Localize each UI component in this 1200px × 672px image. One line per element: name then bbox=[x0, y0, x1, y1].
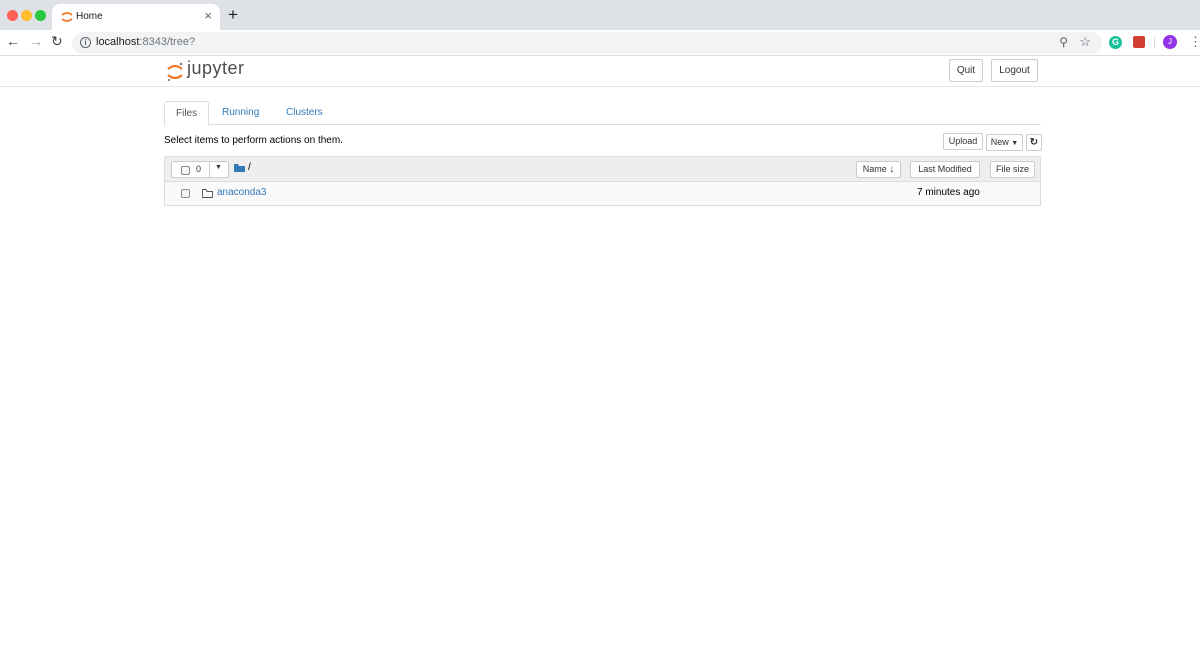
logo-text: jupyter bbox=[187, 58, 245, 78]
info-icon[interactable]: i bbox=[80, 37, 91, 48]
list-item[interactable]: anaconda3 7 minutes ago bbox=[164, 182, 1041, 206]
item-name-link[interactable]: anaconda3 bbox=[217, 187, 267, 198]
kebab-menu-icon[interactable]: ⋮ bbox=[1189, 34, 1200, 50]
folder-icon[interactable] bbox=[234, 164, 245, 172]
sort-arrow-down-icon: ↓ bbox=[889, 164, 895, 175]
sort-file-size-button[interactable]: File size bbox=[990, 161, 1035, 178]
logout-button[interactable]: Logout bbox=[991, 59, 1038, 82]
browser-tabstrip: Home × + bbox=[0, 0, 1200, 30]
zoom-icon[interactable]: ⚲ bbox=[1059, 35, 1068, 49]
select-dropdown-icon[interactable]: ▼ bbox=[215, 164, 222, 171]
jupyter-header: jupyter Quit Logout bbox=[0, 56, 1200, 87]
folder-outline-icon bbox=[202, 189, 213, 198]
select-all-group[interactable]: 0 ▼ bbox=[171, 161, 229, 178]
url-text[interactable]: localhost:8343/tree? bbox=[96, 36, 195, 48]
instructions-text: Select items to perform actions on them. bbox=[164, 135, 343, 146]
grammarly-icon[interactable]: G bbox=[1109, 36, 1122, 49]
sort-last-modified-button[interactable]: Last Modified bbox=[910, 161, 980, 178]
back-arrow-icon[interactable]: ← bbox=[6, 33, 20, 49]
upload-button[interactable]: Upload bbox=[943, 133, 983, 150]
star-icon[interactable]: ☆ bbox=[1079, 34, 1091, 50]
jupyter-favicon-icon bbox=[61, 12, 73, 22]
tab-clusters[interactable]: Clusters bbox=[275, 101, 334, 125]
caret-down-icon: ▼ bbox=[1011, 140, 1019, 147]
browser-tab-home[interactable]: Home × bbox=[52, 4, 220, 30]
divider bbox=[209, 162, 210, 177]
tab-files[interactable]: Files bbox=[164, 101, 210, 126]
file-list-header: 0 ▼ / Name ↓ Last Modified File size bbox=[164, 156, 1041, 182]
new-tab-button[interactable]: + bbox=[228, 5, 238, 25]
toolbar-divider bbox=[1154, 37, 1155, 49]
minimize-window-button[interactable] bbox=[21, 10, 32, 21]
item-checkbox[interactable] bbox=[181, 189, 190, 198]
dashboard-tabs: Files Running Clusters bbox=[164, 101, 1041, 126]
selected-count: 0 bbox=[196, 164, 202, 174]
maximize-window-button[interactable] bbox=[35, 10, 46, 21]
profile-avatar[interactable]: J bbox=[1163, 35, 1177, 49]
item-modified: 7 minutes ago bbox=[917, 187, 980, 198]
address-bar[interactable]: i localhost:8343/tree? ⚲ ☆ bbox=[72, 32, 1102, 54]
close-tab-icon[interactable]: × bbox=[204, 8, 212, 23]
quit-button[interactable]: Quit bbox=[949, 59, 983, 82]
sort-name-button[interactable]: Name ↓ bbox=[856, 161, 901, 178]
jupyter-logo-icon bbox=[167, 62, 183, 81]
reload-icon[interactable]: ↻ bbox=[51, 33, 63, 50]
new-button[interactable]: New ▼ bbox=[986, 134, 1023, 151]
extension-icon[interactable] bbox=[1133, 36, 1145, 48]
close-window-button[interactable] bbox=[7, 10, 18, 21]
refresh-icon[interactable]: ↻ bbox=[1026, 134, 1042, 151]
select-all-checkbox[interactable] bbox=[181, 166, 190, 175]
tab-running[interactable]: Running bbox=[211, 101, 270, 125]
browser-toolbar: ← → ↻ i localhost:8343/tree? ⚲ ☆ G J ⋮ bbox=[0, 30, 1200, 56]
tab-title: Home bbox=[76, 11, 103, 22]
forward-arrow-icon[interactable]: → bbox=[29, 33, 43, 49]
breadcrumb-path[interactable]: / bbox=[248, 162, 251, 173]
